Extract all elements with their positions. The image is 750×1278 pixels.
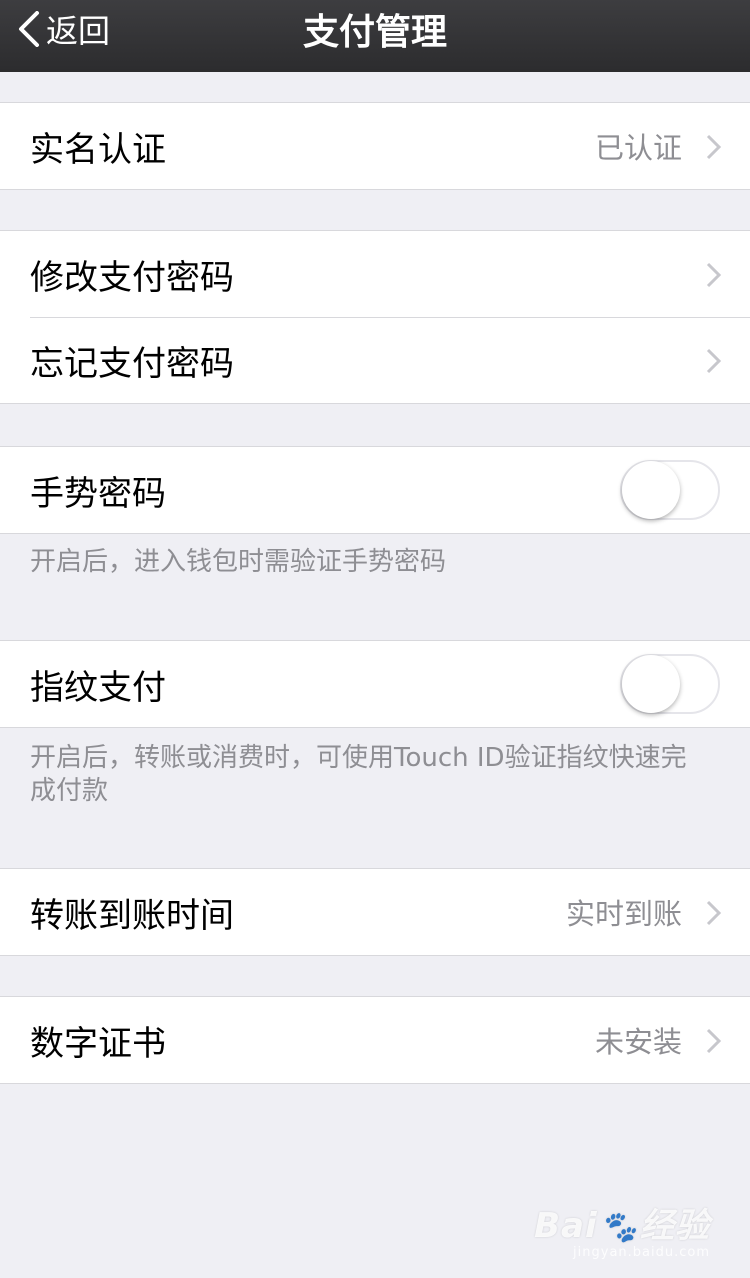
row-label: 转账到账时间 [30, 895, 234, 936]
row-fingerprint-payment: 指纹支付 [0, 641, 750, 727]
row-value: 实时到账 [565, 897, 682, 931]
row-transfer-arrival-time[interactable]: 转账到账时间 实时到账 [0, 869, 750, 955]
group-transfer: 转账到账时间 实时到账 [0, 868, 750, 956]
toggle-knob [622, 655, 680, 713]
baidu-paw-icon: 🐾 [599, 1210, 638, 1245]
watermark-logo-suffix: 经验 [640, 1206, 710, 1246]
row-label: 实名认证 [30, 129, 166, 170]
chevron-right-icon [706, 900, 722, 930]
row-real-name-verification[interactable]: 实名认证 已认证 [0, 103, 750, 189]
group-identity: 实名认证 已认证 [0, 102, 750, 190]
row-label: 忘记支付密码 [30, 343, 234, 384]
row-forgot-payment-password[interactable]: 忘记支付密码 [0, 317, 750, 403]
row-gesture-password: 手势密码 [0, 447, 750, 533]
baidu-jingyan-watermark: Bai🐾经验 jingyan.baidu.com [534, 1198, 710, 1260]
group-fingerprint: 指纹支付 [0, 640, 750, 728]
group-gesture: 手势密码 [0, 446, 750, 534]
row-value: 已认证 [594, 131, 682, 165]
row-label: 手势密码 [30, 473, 166, 514]
page-title: 支付管理 [302, 12, 447, 53]
gesture-password-toggle[interactable] [620, 460, 720, 520]
watermark-logo: Bai🐾经验 [534, 1198, 710, 1247]
row-value: 未安装 [594, 1025, 682, 1059]
group-password: 修改支付密码 忘记支付密码 [0, 230, 750, 404]
row-label: 指纹支付 [30, 667, 166, 708]
gesture-footnote: 开启后，进入钱包时需验证手势密码 [30, 547, 447, 577]
watermark-logo-text: Bai [534, 1206, 598, 1246]
fingerprint-payment-toggle[interactable] [620, 654, 720, 714]
watermark-url: jingyan.baidu.com [573, 1245, 710, 1260]
chevron-right-icon [706, 134, 722, 164]
chevron-right-icon [706, 1028, 722, 1058]
row-label: 修改支付密码 [30, 257, 234, 298]
row-label: 数字证书 [30, 1023, 166, 1064]
row-change-payment-password[interactable]: 修改支付密码 [0, 231, 750, 317]
toggle-knob [622, 461, 680, 519]
row-digital-certificate[interactable]: 数字证书 未安装 [0, 997, 750, 1083]
navigation-bar: 返回 支付管理 [0, 0, 750, 72]
chevron-right-icon [706, 348, 722, 378]
chevron-right-icon [706, 262, 722, 292]
fingerprint-footnote: 开启后，转账或消费时，可使用Touch ID验证指纹快速完成付款 [30, 743, 687, 806]
group-certificate: 数字证书 未安装 [0, 996, 750, 1084]
